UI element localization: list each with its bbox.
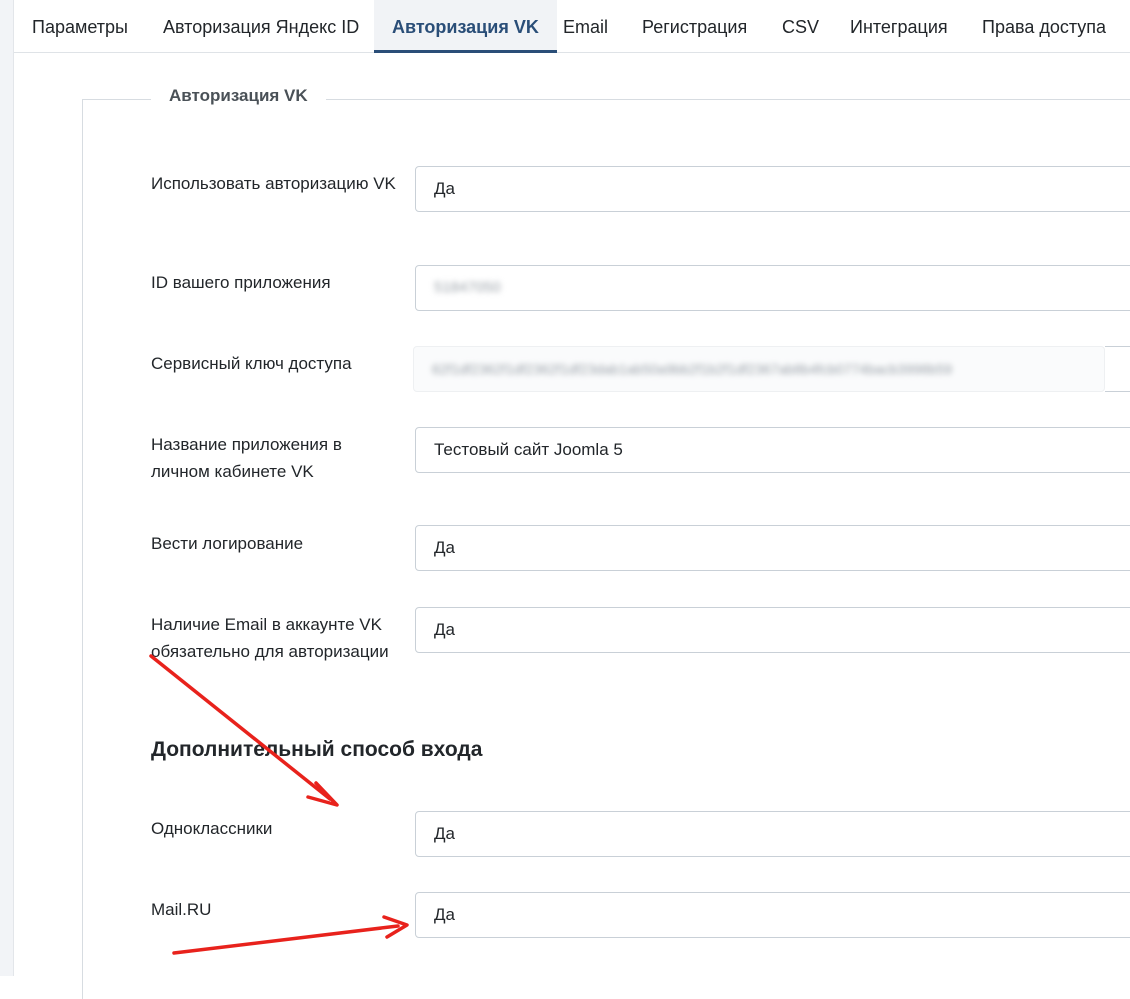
- tab-email[interactable]: Email: [545, 0, 626, 53]
- email-required-select[interactable]: Да: [415, 607, 1130, 653]
- tab-csv[interactable]: CSV: [764, 0, 837, 53]
- mailru-select[interactable]: Да: [415, 892, 1130, 938]
- use-vk-auth-label: Использовать авторизацию VK: [151, 174, 396, 193]
- app-name-input[interactable]: Тестовый сайт Joomla 5: [415, 427, 1130, 473]
- tab-integration[interactable]: Интеграция: [832, 0, 966, 53]
- service-key-input-edge: [1105, 346, 1130, 392]
- fieldset-legend: Авторизация VK: [151, 86, 326, 106]
- app-name-label: Название приложения в личном кабинете VK: [151, 435, 342, 481]
- tab-yandex-auth[interactable]: Авторизация Яндекс ID: [145, 0, 377, 53]
- email-required-label: Наличие Email в аккаунте VK обязательно …: [151, 615, 389, 661]
- logging-label: Вести логирование: [151, 534, 304, 553]
- left-gutter: [0, 0, 14, 976]
- logging-select[interactable]: Да: [415, 525, 1130, 571]
- app-id-label: ID вашего приложения: [151, 273, 331, 292]
- tab-bar: Параметры Авторизация Яндекс ID Авториза…: [14, 0, 1130, 53]
- mailru-label: Mail.RU: [151, 900, 212, 919]
- additional-login-heading: Дополнительный способ входа: [151, 738, 483, 761]
- service-key-value: 62f1df2362f1df2362f1df23dab1ab50a9bb2f1b…: [432, 361, 953, 377]
- tab-vk-auth[interactable]: Авторизация VK: [374, 0, 557, 53]
- app-id-input[interactable]: 51847050: [415, 265, 1130, 311]
- odnoklassniki-label: Одноклассники: [151, 819, 273, 838]
- app-id-value: 51847050: [434, 279, 501, 296]
- odnoklassniki-select[interactable]: Да: [415, 811, 1130, 857]
- tab-parameters[interactable]: Параметры: [14, 0, 146, 53]
- service-key-input[interactable]: 62f1df2362f1df2362f1df23dab1ab50a9bb2f1b…: [413, 346, 1105, 392]
- use-vk-auth-select[interactable]: Да: [415, 166, 1130, 212]
- tab-registration[interactable]: Регистрация: [624, 0, 765, 53]
- service-key-label: Сервисный ключ доступа: [151, 354, 352, 373]
- tab-permissions[interactable]: Права доступа: [964, 0, 1124, 53]
